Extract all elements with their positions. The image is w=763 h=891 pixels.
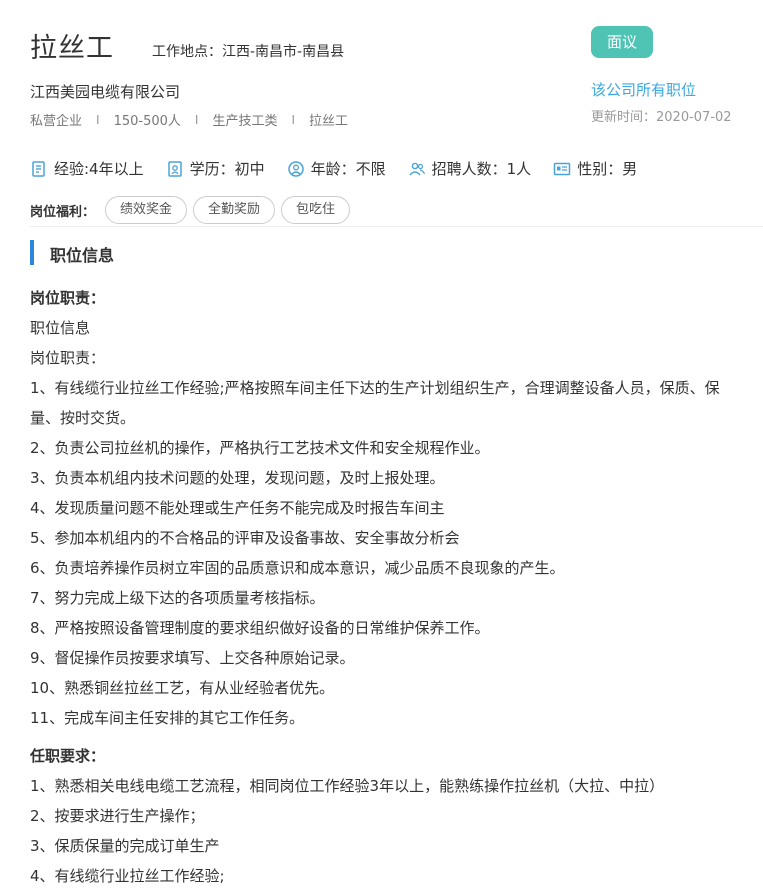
duty-item: 10、熟悉铜丝拉丝工艺，有从业经验者优先。	[30, 679, 335, 697]
duty-item: 11、完成车间主任安排的其它工作任务。	[30, 709, 305, 727]
tag-job-name: 拉丝工	[309, 114, 349, 129]
section-title: 职位信息	[50, 246, 115, 265]
duty-item: 量、按时交货。	[30, 409, 136, 427]
tag-company-type: 私营企业	[30, 114, 83, 129]
tag-job-category: 生产技工类	[212, 114, 278, 129]
group-icon	[409, 162, 425, 175]
job-location: 工作地点：江西-南昌市-南昌县	[152, 44, 345, 60]
duty-item: 6、负责培养操作员树立牢固的品质意识和成本意识，减少品质不良现象的产生。	[30, 559, 565, 577]
person-circle-icon	[287, 160, 304, 177]
requirement-item: 1、熟悉相关电线电缆工艺流程，相同岗位工作经验3年以上，能熟练操作拉丝机（大拉、…	[30, 777, 665, 795]
company-all-jobs-link[interactable]: 该公司所有职位	[591, 79, 696, 100]
tag-separator: I	[291, 112, 295, 127]
req-gender: 性别：男	[553, 158, 637, 179]
update-time: 更新时间：2020-07-02	[591, 110, 732, 125]
benefit-tag: 绩效奖金	[105, 196, 188, 224]
requirements-heading: 任职要求：	[30, 747, 106, 765]
benefits-row: 岗位福利： 绩效奖金 全勤奖励 包吃住	[30, 196, 356, 224]
req-headcount: 招聘人数：1人	[408, 158, 532, 179]
duty-item: 2、负责公司拉丝机的操作，严格执行工艺技术文件和安全规程作业。	[30, 439, 490, 457]
benefits-label: 岗位福利：	[30, 204, 96, 220]
req-age: 年龄：不限	[287, 158, 386, 179]
document-icon	[32, 160, 45, 177]
req-education: 学历：初中	[166, 158, 265, 179]
requirement-item: 2、按要求进行生产操作；	[30, 807, 205, 825]
company-tags: 私营企业 I 150-500人 I 生产技工类 I 拉丝工	[30, 110, 349, 130]
requirement-item: 3、保质保量的完成订单生产	[30, 837, 220, 855]
duty-item: 3、负责本机组内技术问题的处理，发现问题，及时上报处理。	[30, 469, 445, 487]
duty-item: 1、有线缆行业拉丝工作经验;严格按照车间主任下达的生产计划组织生产，合理调整设备…	[30, 379, 720, 397]
tag-company-size: 150-500人	[113, 114, 181, 129]
duty-item: 7、努力完成上级下达的各项质量考核指标。	[30, 589, 325, 607]
requirements-row: 经验:4年以上 学历：初中 年龄：不限 招聘人数：1人 性别：男	[30, 158, 659, 179]
req-experience-text: 经验:4年以上	[54, 160, 144, 178]
duty-item: 9、督促操作员按要求填写、上交各种原始记录。	[30, 649, 355, 667]
company-name[interactable]: 江西美园电缆有限公司	[30, 81, 180, 102]
duty-item: 8、严格按照设备管理制度的要求组织做好设备的日常维护保养工作。	[30, 619, 490, 637]
duties-heading: 岗位职责：	[30, 289, 106, 307]
section-accent-bar	[30, 240, 34, 265]
req-education-text: 学历：初中	[189, 160, 265, 178]
salary-badge: 面议	[591, 26, 653, 58]
tag-separator: I	[194, 112, 199, 127]
tag-separator: I	[96, 112, 100, 127]
divider	[30, 226, 763, 227]
duty-item: 4、发现质量问题不能处理或生产任务不能完成及时报告车间主	[30, 499, 445, 517]
requirement-item: 4、有线缆行业拉丝工作经验;	[30, 867, 225, 885]
description-line: 岗位职责：	[30, 349, 106, 367]
benefit-tag: 包吃住	[281, 196, 351, 224]
description-line: 职位信息	[30, 319, 91, 337]
benefit-tag: 全勤奖励	[193, 196, 276, 224]
req-experience: 经验:4年以上	[30, 158, 144, 179]
id-card-icon	[553, 162, 571, 175]
diploma-icon	[167, 160, 182, 177]
req-headcount-text: 招聘人数：1人	[431, 160, 532, 178]
req-age-text: 年龄：不限	[310, 160, 386, 178]
job-title: 拉丝工	[30, 33, 114, 64]
job-description: 岗位职责： 职位信息 岗位职责： 1、有线缆行业拉丝工作经验;严格按照车间主任下…	[30, 283, 763, 891]
req-gender-text: 性别：男	[577, 160, 638, 178]
duty-item: 5、参加本机组内的不合格品的评审及设备事故、安全事故分析会	[30, 529, 460, 547]
